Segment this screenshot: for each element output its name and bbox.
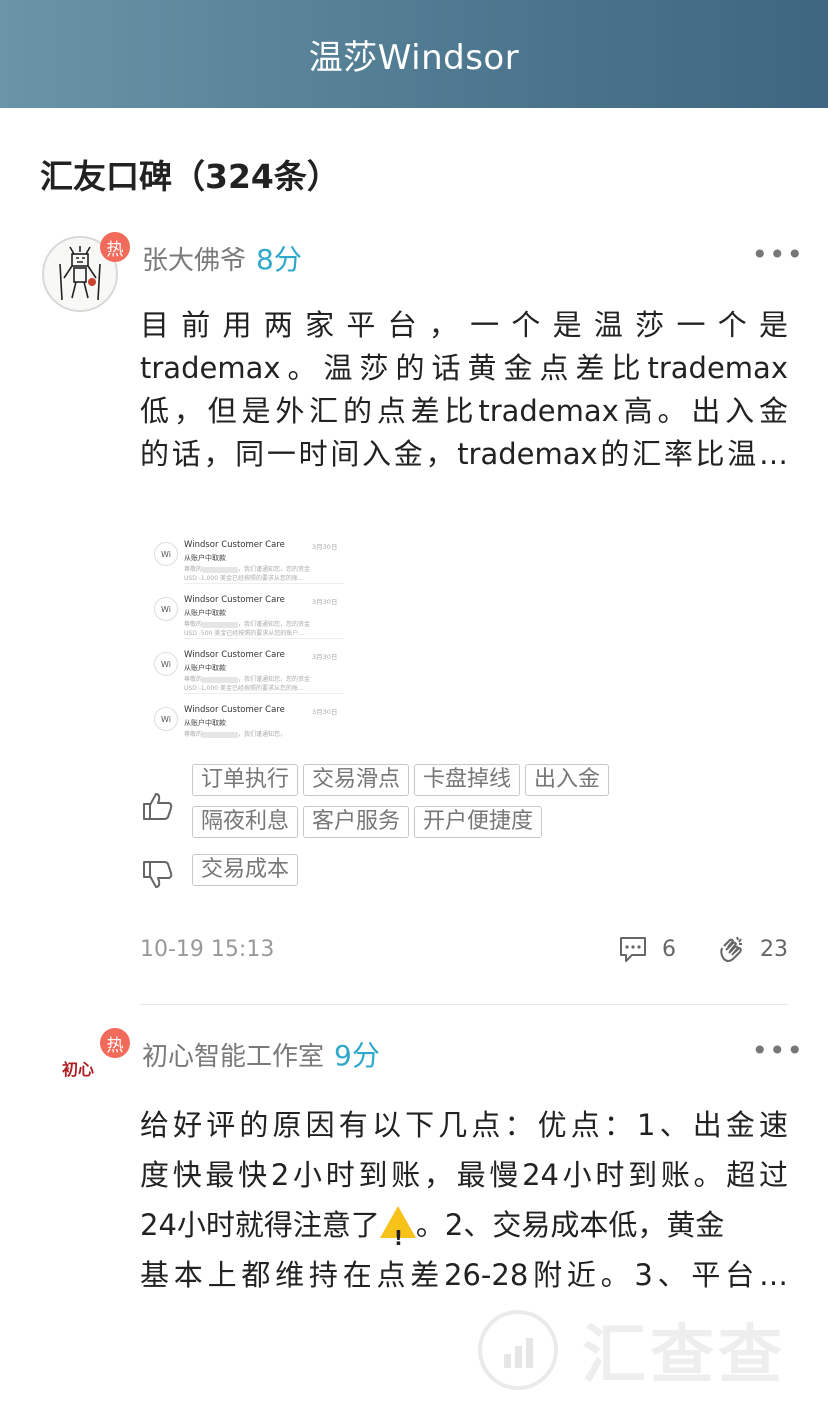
- review-text-line: 低，但是外汇的点差比trademax高。出入金: [140, 394, 788, 428]
- warning-icon: [379, 1206, 416, 1263]
- author-line: 张大佛爷 8分: [142, 238, 302, 278]
- email-item: Wi Windsor Customer Care 3月30日 从账户中取款 尊敬…: [150, 534, 345, 586]
- attached-screenshot[interactable]: Wi Windsor Customer Care 3月30日 从账户中取款 尊敬…: [150, 530, 345, 740]
- email-item: Wi Windsor Customer Care 3月30日 从账户中取款 尊敬…: [150, 589, 345, 641]
- email-subject: 从账户中取款: [184, 554, 226, 562]
- sender-name: Windsor Customer Care: [184, 705, 285, 715]
- review-text[interactable]: 目前用两家平台，一个是温莎一个是 trademax。温莎的话黄金点差比trade…: [140, 304, 788, 476]
- sender-avatar: Wi: [154, 652, 178, 676]
- sender-name: Windsor Customer Care: [184, 595, 285, 605]
- top-bar: 温莎Windsor: [0, 0, 828, 108]
- section-title: 汇友口碑（324条）: [40, 157, 340, 196]
- avatar-logo-text: 初心: [61, 1060, 94, 1079]
- divider: [184, 583, 344, 584]
- divider: [140, 1004, 788, 1005]
- review-text-line: 24小时就得注意了。2、交易成本低，黄金: [140, 1200, 788, 1263]
- hot-badge: 热: [100, 1028, 130, 1058]
- email-preview: USD -500 美金已经按照的要求从您的账户...: [184, 630, 304, 637]
- watermark-text: 汇查查: [582, 1319, 786, 1393]
- comment-icon: [620, 937, 646, 962]
- email-preview: USD -1,000 美金已经按照的要求从您的账...: [184, 685, 304, 692]
- divider: [184, 638, 344, 639]
- more-options-icon[interactable]: •••: [751, 1034, 804, 1067]
- applause-button[interactable]: 23: [716, 934, 788, 964]
- email-date: 3月30日: [312, 708, 338, 716]
- pro-tag: 交易滑点: [303, 764, 410, 796]
- con-tag: 交易成本: [192, 854, 299, 886]
- email-preview: USD -1,000 美金已经按照的要求从您的账...: [184, 575, 304, 582]
- review-text-line: 给好评的原因有以下几点：优点：1、出金速: [140, 1108, 788, 1142]
- pro-tag: 开户便捷度: [414, 806, 543, 838]
- sender-avatar: Wi: [154, 542, 178, 566]
- review-time: 10-19 15:13: [140, 936, 275, 962]
- pro-tag: 出入金: [525, 764, 610, 796]
- email-subject: 从账户中取款: [184, 609, 226, 617]
- pro-tag: 卡盘掉线: [414, 764, 521, 796]
- pro-tag: 订单执行: [192, 764, 299, 796]
- email-date: 3月30日: [312, 598, 338, 606]
- author-line: 初心智能工作室 9分: [142, 1034, 380, 1074]
- email-subject: 从账户中取款: [184, 719, 226, 727]
- sender-name: Windsor Customer Care: [184, 650, 285, 660]
- watermark-logo-icon: [478, 1310, 558, 1390]
- review-text-line: 度快最快2小时到账，最慢24小时到账。超过: [140, 1158, 788, 1192]
- comment-button[interactable]: 6: [618, 935, 676, 963]
- email-preview: 尊敬的 ，我们谨通知您，: [184, 731, 287, 738]
- review-text-line: 基本上都维持在点差26-28附近。3、平台…: [140, 1258, 788, 1292]
- sender-avatar: Wi: [154, 707, 178, 731]
- review-meta: 10-19 15:13 6 23: [140, 934, 788, 964]
- avatar[interactable]: 热: [42, 232, 130, 312]
- rating-score: 8分: [256, 243, 302, 276]
- rating-score: 9分: [334, 1039, 380, 1072]
- more-options-icon[interactable]: •••: [751, 238, 804, 271]
- email-item: Wi Windsor Customer Care 3月30日 从账户中取款 尊敬…: [150, 699, 345, 751]
- divider: [184, 693, 344, 694]
- sender-avatar: Wi: [154, 597, 178, 621]
- email-date: 3月30日: [312, 653, 338, 661]
- cons-tags: 交易成本: [192, 854, 652, 896]
- sender-name: Windsor Customer Care: [184, 540, 285, 550]
- email-subject: 从账户中取款: [184, 664, 226, 672]
- comment-count: 6: [662, 936, 676, 962]
- pros-tags: 订单执行 交易滑点 卡盘掉线 出入金 隔夜利息 客户服务 开户便捷度: [192, 764, 652, 848]
- thumbs-down-icon: [143, 861, 173, 888]
- email-preview: 尊敬的 ，我们谨通知您，您的资金: [184, 621, 311, 628]
- review-text[interactable]: 给好评的原因有以下几点：优点：1、出金速 度快最快2小时到账，最慢24小时到账。…: [140, 1100, 788, 1300]
- email-item: Wi Windsor Customer Care 3月30日 从账户中取款 尊敬…: [150, 644, 345, 696]
- like-count: 23: [760, 936, 788, 962]
- clap-icon: [720, 936, 742, 962]
- email-date: 3月30日: [312, 543, 338, 551]
- pros-row: 订单执行 交易滑点 卡盘掉线 出入金 隔夜利息 客户服务 开户便捷度: [142, 764, 652, 848]
- review-text-line: 目前用两家平台，一个是温莎一个是: [140, 308, 788, 342]
- email-preview: 尊敬的 ，我们谨通知您，您的资金: [184, 676, 311, 683]
- cons-row: 交易成本: [142, 854, 652, 896]
- author-name[interactable]: 张大佛爷: [142, 240, 246, 277]
- page-title: 温莎Windsor: [308, 37, 520, 78]
- review-text-line: 的话，同一时间入金，trademax的汇率比温…: [140, 437, 788, 471]
- pro-tag: 隔夜利息: [192, 806, 299, 838]
- avatar[interactable]: 初心 热: [42, 1028, 130, 1108]
- thumbs-up-icon: [143, 793, 173, 820]
- hot-badge: 热: [100, 232, 130, 262]
- watermark: 汇查查: [478, 1304, 786, 1396]
- pro-tag: 客户服务: [303, 806, 410, 838]
- author-name[interactable]: 初心智能工作室: [142, 1036, 324, 1073]
- tribal-figure-avatar-icon: [59, 246, 101, 301]
- review-text-line: trademax。温莎的话黄金点差比trademax: [140, 351, 788, 385]
- email-preview: 尊敬的 ，我们谨通知您，您的资金: [184, 566, 311, 573]
